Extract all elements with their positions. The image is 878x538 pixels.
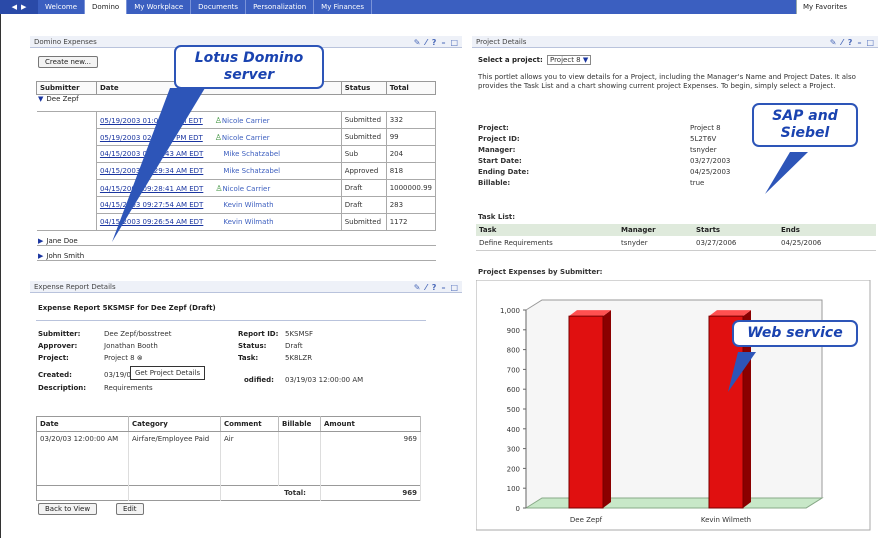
callout-pointers <box>112 88 808 392</box>
sap-callout-pointer <box>765 152 808 194</box>
callout-sap-siebel: SAP and Siebel <box>752 103 858 147</box>
callout-lotus-domino: Lotus Domino server <box>174 45 324 89</box>
domino-callout-pointer <box>112 88 205 242</box>
callout-web-service: Web service <box>732 320 858 347</box>
web-callout-pointer <box>728 352 756 392</box>
